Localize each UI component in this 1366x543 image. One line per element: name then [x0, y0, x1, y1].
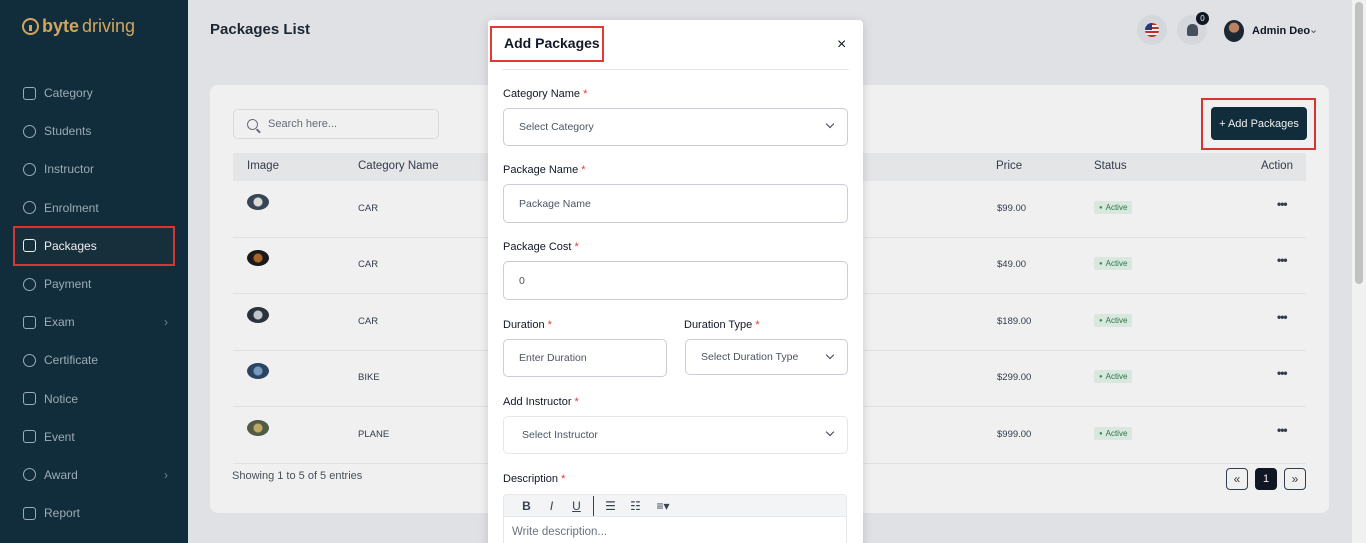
toolbar-divider	[593, 495, 594, 516]
chevron-down-icon	[825, 350, 835, 360]
modal-title-highlight: Add Packages	[490, 26, 604, 62]
add-packages-modal: Add Packages × Category Name * Select Ca…	[488, 20, 863, 543]
category-select-placeholder: Select Category	[519, 121, 594, 133]
align-dropdown-icon[interactable]: ≡▾	[648, 499, 678, 513]
modal-title: Add Packages	[504, 35, 600, 51]
add-instructor-label: Add Instructor *	[503, 396, 579, 408]
duration-type-select[interactable]: Select Duration Type	[685, 339, 848, 375]
scrollbar-thumb[interactable]	[1355, 2, 1363, 284]
underline-button[interactable]: U	[564, 499, 589, 513]
bullet-list-icon[interactable]: ☰	[598, 499, 623, 513]
category-name-label: Category Name *	[503, 88, 588, 100]
page-scrollbar[interactable]	[1352, 0, 1366, 543]
italic-button[interactable]: I	[539, 499, 564, 513]
bold-button[interactable]: B	[514, 499, 539, 513]
close-icon[interactable]: ×	[837, 36, 846, 54]
package-name-label: Package Name *	[503, 164, 586, 176]
description-placeholder: Write description...	[512, 526, 608, 538]
editor-toolbar: B I U ☰ ☷ ≡▾	[503, 494, 847, 516]
category-select[interactable]: Select Category	[503, 108, 848, 146]
duration-input[interactable]: Enter Duration	[503, 339, 667, 377]
modal-divider	[502, 69, 849, 70]
package-cost-input[interactable]: 0	[503, 261, 848, 300]
duration-type-label: Duration Type *	[684, 319, 760, 331]
description-label: Description *	[503, 473, 566, 485]
chevron-down-icon	[825, 119, 835, 129]
ordered-list-icon[interactable]: ☷	[623, 499, 648, 513]
chevron-down-icon	[825, 427, 835, 437]
description-editor[interactable]: Write description...	[503, 516, 847, 543]
package-name-input[interactable]: Package Name	[503, 184, 848, 223]
package-cost-value: 0	[519, 274, 525, 287]
duration-label: Duration *	[503, 319, 552, 331]
duration-placeholder: Enter Duration	[519, 352, 587, 364]
duration-type-placeholder: Select Duration Type	[701, 351, 799, 363]
package-cost-label: Package Cost *	[503, 241, 579, 253]
instructor-select[interactable]: Select Instructor	[503, 416, 848, 454]
instructor-select-placeholder: Select Instructor	[522, 429, 598, 441]
package-name-placeholder: Package Name	[519, 197, 591, 210]
